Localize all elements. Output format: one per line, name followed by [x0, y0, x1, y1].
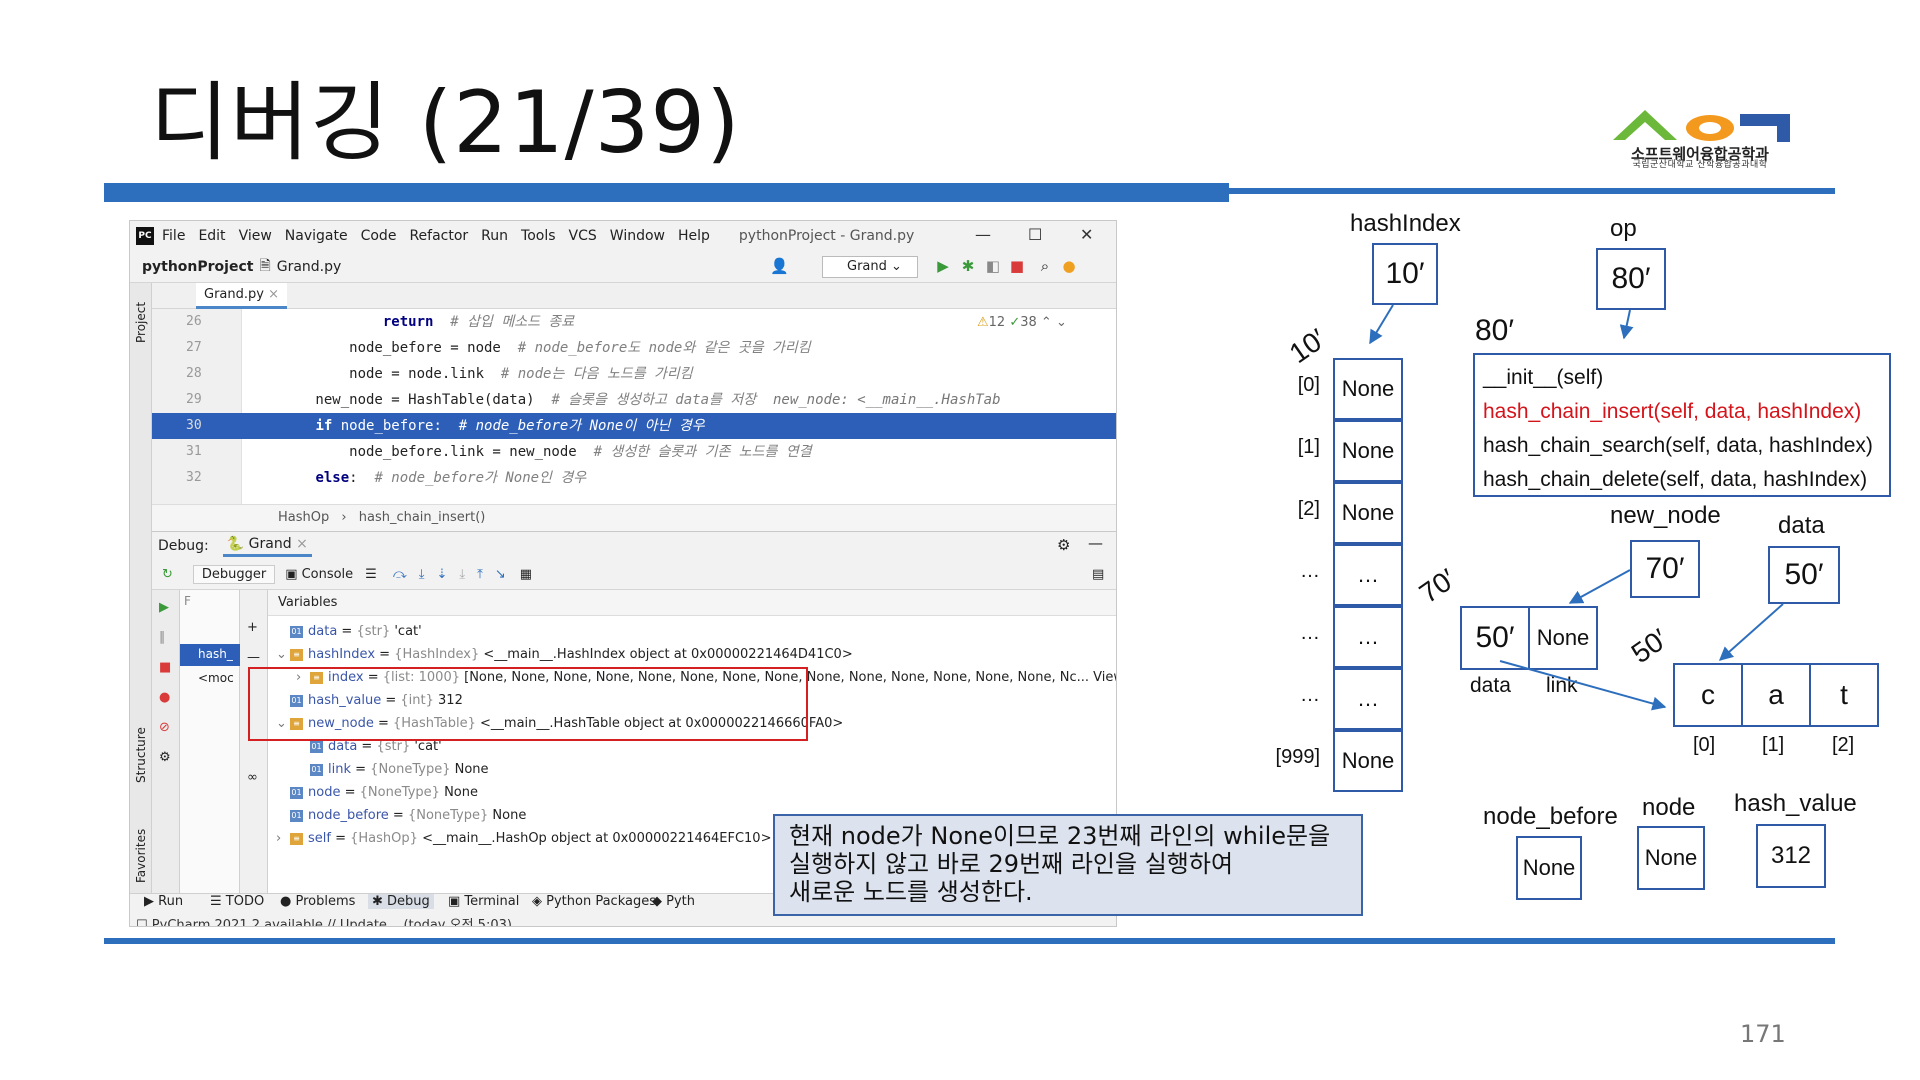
- arrow-hashindex-to-table: [1369, 304, 1394, 345]
- arrow-nodedata-to-chars: [1499, 660, 1667, 711]
- diagram-arrows: [1369, 304, 1784, 711]
- arrow-op-to-methods: [1619, 309, 1634, 340]
- arrow-newnode-to-node: [1568, 569, 1631, 604]
- arrow-data-to-chars: [1718, 603, 1784, 661]
